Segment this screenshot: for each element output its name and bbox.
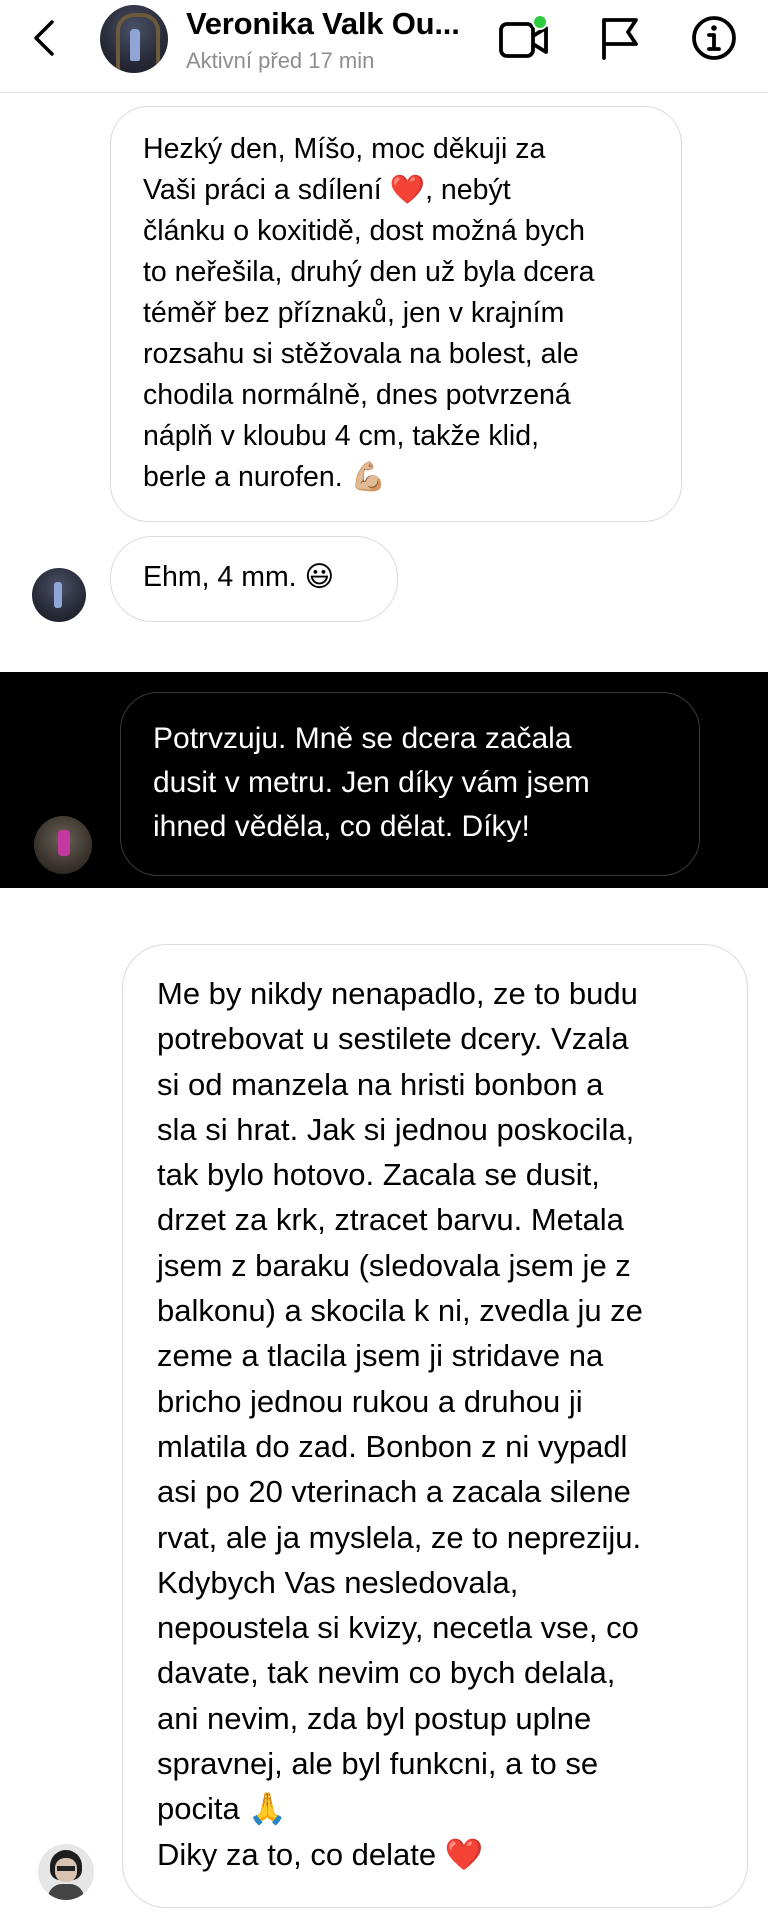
back-chevron-icon[interactable] xyxy=(26,18,66,58)
message-text: Potrvzuju. Mně se dcera začala dusit v m… xyxy=(153,722,590,843)
sender-avatar[interactable] xyxy=(32,568,86,622)
info-icon[interactable] xyxy=(690,14,738,62)
message-text: Ehm, 4 mm. 😃 xyxy=(143,561,335,593)
message-bubble[interactable]: Me by nikdy nenapadlo, ze to budu potreb… xyxy=(122,944,748,1908)
contact-avatar[interactable] xyxy=(100,5,168,73)
message-bubble[interactable]: Ehm, 4 mm. 😃 xyxy=(110,536,398,622)
sender-avatar[interactable] xyxy=(38,1844,94,1900)
message-bubble[interactable]: Potrvzuju. Mně se dcera začala dusit v m… xyxy=(120,692,700,876)
message-bubble[interactable]: Hezký den, Míšo, moc děkuji za Vaši prác… xyxy=(110,106,682,522)
sender-avatar[interactable] xyxy=(34,816,92,874)
message-text: Hezký den, Míšo, moc děkuji za Vaši prác… xyxy=(143,133,595,493)
active-status: Aktivní před 17 min xyxy=(186,48,375,73)
message-text: Me by nikdy nenapadlo, ze to budu potreb… xyxy=(157,976,643,1872)
contact-name[interactable]: Veronika Valk Ou... xyxy=(186,6,460,42)
video-call-icon[interactable] xyxy=(498,14,548,62)
flag-icon[interactable] xyxy=(598,14,646,62)
chat-header: Veronika Valk Ou... Aktivní před 17 min xyxy=(0,0,768,93)
